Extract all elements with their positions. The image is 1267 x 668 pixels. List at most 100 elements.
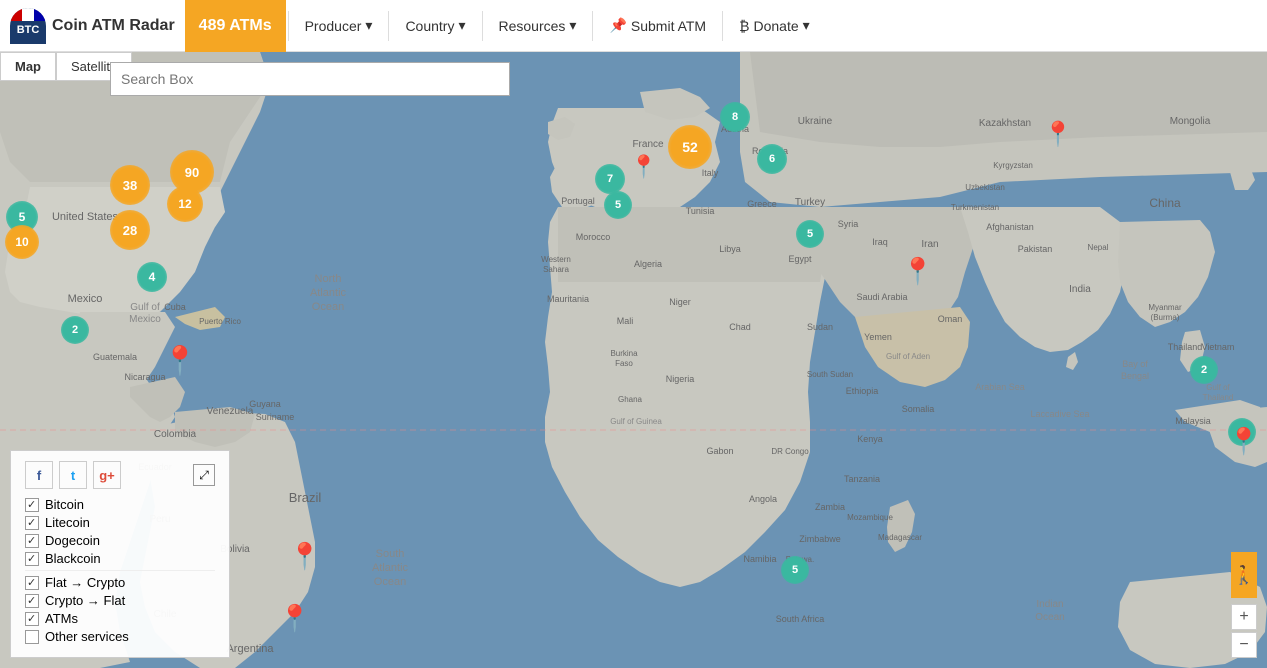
atm-count-button[interactable]: 489 ATMs <box>185 0 286 52</box>
svg-text:Gulf of Aden: Gulf of Aden <box>886 352 930 361</box>
chevron-down-icon-4: ▾ <box>803 17 810 34</box>
pin-paraguay[interactable]: 📍 <box>289 541 321 572</box>
svg-text:Guatemala: Guatemala <box>93 352 137 362</box>
navbar: BTC Coin ATM Radar 489 ATMs Producer ▾ C… <box>0 0 1267 52</box>
svg-text:Zimbabwe: Zimbabwe <box>799 534 841 544</box>
svg-text:Oman: Oman <box>938 314 963 324</box>
svg-text:DR Congo: DR Congo <box>771 447 809 456</box>
legend-item-other: Other services <box>25 629 215 644</box>
nav-separator-1 <box>288 11 289 41</box>
svg-text:Gabon: Gabon <box>706 446 733 456</box>
pin-central-america[interactable]: 📍 <box>163 344 198 377</box>
search-input[interactable] <box>110 62 510 96</box>
svg-text:Indian: Indian <box>1036 599 1063 610</box>
svg-text:Atlantic: Atlantic <box>310 287 347 299</box>
svg-text:Argentina: Argentina <box>226 643 274 655</box>
svg-text:Yemen: Yemen <box>864 332 892 342</box>
atms-checkbox[interactable] <box>25 612 39 626</box>
pin-iran[interactable]: 📍 <box>902 256 934 287</box>
svg-text:Iraq: Iraq <box>872 237 888 247</box>
legend-item-flat-crypto: Flat → Crypto <box>25 575 215 590</box>
svg-text:Nigeria: Nigeria <box>666 374 695 384</box>
cluster-10[interactable]: 10 <box>5 225 39 259</box>
pin-argentina[interactable]: 📍 <box>279 603 311 634</box>
svg-text:Iran: Iran <box>921 239 938 250</box>
zoom-in-button[interactable]: + <box>1231 604 1257 630</box>
svg-text:Faso: Faso <box>615 359 633 368</box>
svg-text:United States: United States <box>52 211 119 223</box>
cluster-5-africa[interactable]: 5 <box>781 556 809 584</box>
svg-text:Nicaragua: Nicaragua <box>124 372 165 382</box>
svg-text:Kazakhstan: Kazakhstan <box>979 118 1031 129</box>
legend-social: f t g+ ⤢ <box>25 461 215 489</box>
svg-text:South Africa: South Africa <box>776 614 825 624</box>
other-checkbox[interactable] <box>25 630 39 644</box>
logo-area: BTC Coin ATM Radar <box>0 8 185 44</box>
legend: f t g+ ⤢ Bitcoin Litecoin Dogecoin Black… <box>10 450 230 658</box>
svg-text:Greece: Greece <box>747 199 777 209</box>
svg-text:Morocco: Morocco <box>576 232 611 242</box>
svg-text:Angola: Angola <box>749 494 777 504</box>
cluster-38[interactable]: 38 <box>110 165 150 205</box>
nav-resources[interactable]: Resources ▾ <box>485 0 591 52</box>
pin-kazakhstan[interactable]: 📍 <box>1043 120 1073 149</box>
nav-country[interactable]: Country ▾ <box>391 0 479 52</box>
nav-separator-5 <box>722 11 723 41</box>
cluster-4[interactable]: 4 <box>137 262 167 292</box>
svg-text:Cuba: Cuba <box>164 302 186 312</box>
svg-text:Vietnam: Vietnam <box>1202 342 1235 352</box>
googleplus-button[interactable]: g+ <box>93 461 121 489</box>
svg-text:Bay of: Bay of <box>1122 359 1148 369</box>
twitter-button[interactable]: t <box>59 461 87 489</box>
svg-text:Arabian Sea: Arabian Sea <box>975 382 1025 392</box>
nav-separator-4 <box>592 11 593 41</box>
bitcoin-checkbox[interactable] <box>25 498 39 512</box>
crypto-flat-checkbox[interactable] <box>25 594 39 608</box>
cluster-28[interactable]: 28 <box>110 210 150 250</box>
svg-text:Suriname: Suriname <box>256 412 295 422</box>
nav-submit-atm[interactable]: 📌 Submit ATM <box>595 0 720 52</box>
svg-text:Malaysia: Malaysia <box>1175 416 1211 426</box>
cluster-52[interactable]: 52 <box>668 125 712 169</box>
cluster-5-portugal[interactable]: 5 <box>604 191 632 219</box>
svg-text:North: North <box>315 273 342 285</box>
svg-text:South: South <box>376 548 405 560</box>
dogecoin-checkbox[interactable] <box>25 534 39 548</box>
cluster-8-austria[interactable]: 8 <box>720 102 750 132</box>
pin-uk[interactable]: 📍 <box>630 154 657 180</box>
dogecoin-label: Dogecoin <box>45 533 100 548</box>
svg-text:Mexico: Mexico <box>129 314 161 325</box>
cluster-12[interactable]: 12 <box>167 186 203 222</box>
cluster-2-vietnam[interactable]: 2 <box>1190 356 1218 384</box>
svg-text:Sahara: Sahara <box>543 265 569 274</box>
svg-text:Mongolia: Mongolia <box>1170 116 1211 127</box>
litecoin-checkbox[interactable] <box>25 516 39 530</box>
svg-text:Brazil: Brazil <box>289 490 322 505</box>
cluster-6-romania[interactable]: 6 <box>757 144 787 174</box>
svg-text:Ukraine: Ukraine <box>798 116 833 127</box>
flat-crypto-checkbox[interactable] <box>25 576 39 590</box>
crypto-flat-label: Crypto → Flat <box>45 593 125 608</box>
svg-text:Kyrgyzstan: Kyrgyzstan <box>993 161 1033 170</box>
zoom-out-button[interactable]: − <box>1231 632 1257 658</box>
svg-text:France: France <box>632 139 664 150</box>
svg-text:Gulf of: Gulf of <box>1206 383 1230 392</box>
expand-button[interactable]: ⤢ <box>193 464 215 486</box>
cluster-2-mexico[interactable]: 2 <box>61 316 89 344</box>
tab-map[interactable]: Map <box>0 52 56 81</box>
street-view-button[interactable]: 🚶 <box>1231 552 1257 598</box>
svg-text:Mali: Mali <box>617 316 634 326</box>
facebook-button[interactable]: f <box>25 461 53 489</box>
svg-text:Syria: Syria <box>838 219 859 229</box>
blackcoin-checkbox[interactable] <box>25 552 39 566</box>
pin-indonesia[interactable]: 📍 <box>1228 426 1260 457</box>
cluster-5-turkey[interactable]: 5 <box>796 220 824 248</box>
nav-producer[interactable]: Producer ▾ <box>291 0 387 52</box>
svg-text:Ocean: Ocean <box>312 301 344 313</box>
btc-logo: BTC <box>10 8 46 44</box>
cluster-7-spain[interactable]: 7 <box>595 164 625 194</box>
svg-text:Kenya: Kenya <box>857 434 883 444</box>
svg-text:Italy: Italy <box>702 168 719 178</box>
nav-donate[interactable]: ₿ Donate ▾ <box>725 0 824 52</box>
svg-text:Atlantic: Atlantic <box>372 562 409 574</box>
